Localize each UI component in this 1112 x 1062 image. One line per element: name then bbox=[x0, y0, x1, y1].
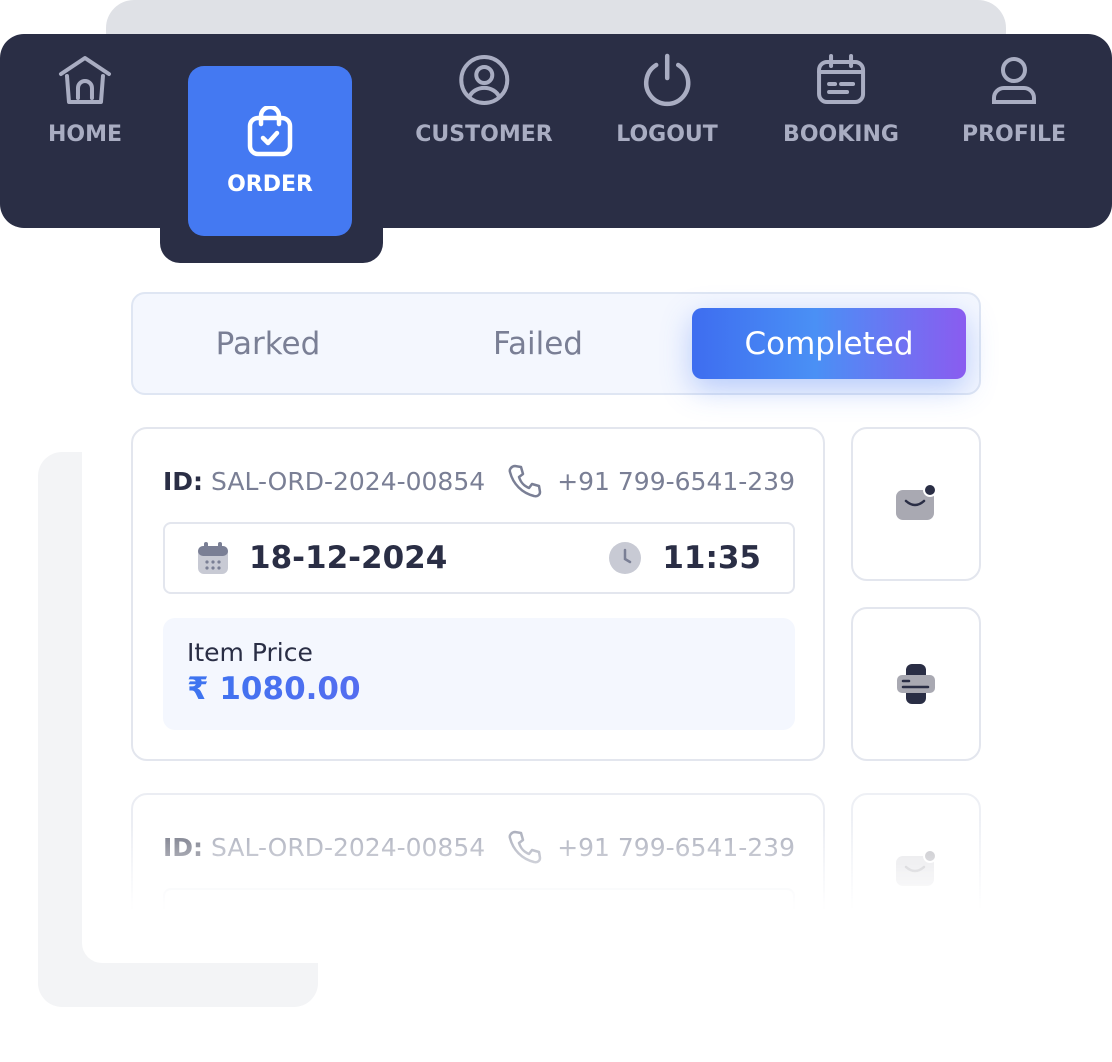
user-icon bbox=[992, 57, 1036, 104]
order-status-tabs: Parked Failed Completed bbox=[131, 292, 981, 395]
home-icon bbox=[58, 56, 111, 104]
order-id: SAL-ORD-2024-00854 bbox=[211, 466, 486, 496]
order-card[interactable]: ID: SAL-ORD-2024-00854 +91 799-6541-239 … bbox=[131, 427, 825, 761]
date-time-box: 18-12-2024 11:35 bbox=[163, 522, 795, 594]
shopping-bag-check-icon bbox=[247, 105, 293, 156]
nav-item-profile[interactable]: PROFILE bbox=[962, 50, 1066, 147]
next-order-preview: ID: SAL-ORD-2024-00854 +91 799-6541-239 bbox=[0, 780, 1112, 993]
nav-item-logout[interactable]: LOGOUT bbox=[616, 50, 718, 147]
phone-icon bbox=[508, 830, 542, 864]
user-circle-icon bbox=[459, 55, 509, 105]
phone-number: +91 799-6541-239 bbox=[557, 832, 795, 862]
message-icon bbox=[896, 850, 937, 886]
message-icon bbox=[896, 484, 937, 520]
order-id: SAL-ORD-2024-00854 bbox=[211, 832, 486, 862]
tab-failed[interactable]: Failed bbox=[403, 308, 673, 379]
item-price: ₹ 1080.00 bbox=[187, 671, 771, 707]
nav-item-booking[interactable]: BOOKING bbox=[783, 50, 899, 147]
order-time: 11:35 bbox=[662, 540, 761, 576]
tab-parked[interactable]: Parked bbox=[133, 308, 403, 379]
nav-item-home[interactable]: HOME bbox=[48, 50, 122, 147]
nav-bar bbox=[0, 34, 1112, 228]
nav-item-customer[interactable]: CUSTOMER bbox=[415, 50, 553, 147]
clock-icon bbox=[609, 542, 642, 574]
price-box: Item Price ₹ 1080.00 bbox=[163, 618, 795, 730]
order-date: 18-12-2024 bbox=[249, 540, 448, 576]
print-button[interactable] bbox=[851, 607, 981, 761]
message-button[interactable] bbox=[851, 427, 981, 581]
calendar-icon bbox=[816, 54, 865, 104]
phone-number: +91 799-6541-239 bbox=[557, 466, 795, 496]
calendar-icon bbox=[198, 542, 228, 574]
power-icon bbox=[643, 53, 691, 107]
message-button[interactable] bbox=[851, 793, 981, 993]
nav-item-order[interactable]: ORDER bbox=[188, 66, 352, 236]
printer-icon bbox=[897, 664, 935, 704]
phone-icon bbox=[508, 464, 542, 498]
tab-completed[interactable]: Completed bbox=[692, 308, 966, 379]
